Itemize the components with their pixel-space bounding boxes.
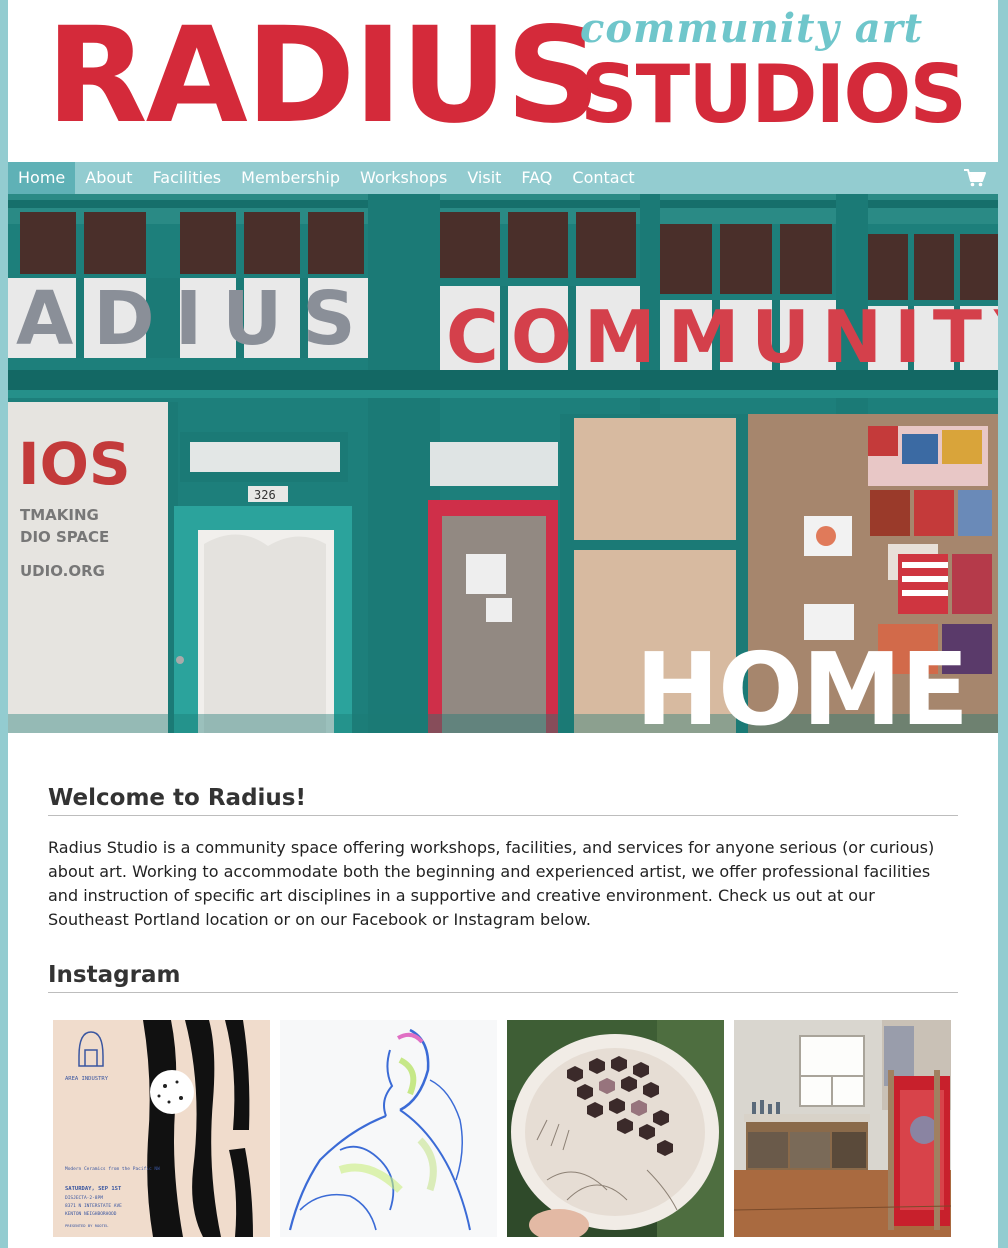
window-letters-right: COMMUNITY	[446, 295, 998, 379]
studio-interior-image	[734, 1020, 951, 1237]
poster-line-2: 8371 N INTERSTATE AVE	[65, 1203, 122, 1209]
door-number: 326	[254, 488, 276, 502]
logo-community-art-text: community art	[580, 5, 924, 52]
instagram-post-4[interactable]	[734, 1020, 951, 1237]
nav-item-contact[interactable]: Contact	[562, 162, 644, 194]
side-sign-line-2: DIO SPACE	[20, 528, 109, 546]
nav-item-facilities[interactable]: Facilities	[143, 162, 232, 194]
poster-line-4: PRESENTED BY ROOTEL	[65, 1223, 109, 1228]
side-sign-big: IOS	[18, 430, 131, 498]
shopping-cart-icon[interactable]	[964, 169, 986, 187]
poster-title: AREA INDUSTRY	[65, 1076, 109, 1082]
instagram-post-1[interactable]: AREA INDUSTRY Modern Ceramics from the P…	[53, 1020, 270, 1237]
logo-radius-text: RADIUS	[46, 0, 601, 153]
hero-title: HOME	[635, 631, 969, 734]
instagram-post-2[interactable]	[280, 1020, 497, 1237]
ceramic-bowl-image	[507, 1020, 724, 1237]
nav-item-membership[interactable]: Membership	[231, 162, 350, 194]
side-sign-line-1: TMAKING	[20, 506, 99, 524]
window-letters-left: ADIUS	[16, 276, 376, 362]
poster-line-1: DISJECTA·2-8PM	[65, 1195, 103, 1201]
figure-drawing-image	[280, 1020, 497, 1237]
instagram-post-3[interactable]	[507, 1020, 724, 1237]
site-logo[interactable]: RADIUS community art STUDIOS	[8, 0, 998, 162]
welcome-paragraph: Radius Studio is a community space offer…	[48, 838, 935, 929]
hero-banner: ADIUS COMMUNITY IOS TMAKING DIO SPACE UD…	[8, 194, 998, 733]
side-sign-line-3: UDIO.ORG	[20, 562, 105, 580]
nav-item-faq[interactable]: FAQ	[511, 162, 562, 194]
poster-date: SATURDAY, SEP 1ST	[65, 1186, 122, 1192]
nav-item-about[interactable]: About	[75, 162, 142, 194]
poster-line-3: KENTON NEIGHBORHOOD	[65, 1211, 117, 1217]
nav-item-workshops[interactable]: Workshops	[350, 162, 457, 194]
instagram-feed: AREA INDUSTRY Modern Ceramics from the P…	[53, 1020, 951, 1237]
logo-studios-text: STUDIOS	[580, 48, 967, 141]
welcome-heading: Welcome to Radius!	[48, 785, 958, 816]
instagram-heading: Instagram	[48, 962, 958, 993]
page: RADIUS community art STUDIOS Home About …	[8, 0, 998, 1248]
poster-image: AREA INDUSTRY Modern Ceramics from the P…	[53, 1020, 270, 1237]
nav-item-home[interactable]: Home	[8, 162, 76, 194]
main-content: Welcome to Radius! Radius Studio is a co…	[48, 733, 958, 993]
main-nav: Home About Facilities Membership Worksho…	[8, 162, 998, 194]
nav-item-visit[interactable]: Visit	[457, 162, 511, 194]
poster-subtitle: Modern Ceramics from the Pacific NW	[65, 1166, 160, 1172]
